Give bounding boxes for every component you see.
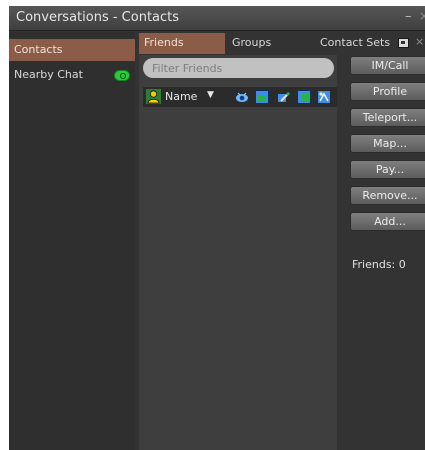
tab-contact-sets[interactable]: Contact Sets ×	[315, 33, 425, 54]
remove-button[interactable]: Remove...	[350, 186, 425, 205]
tab-label: Friends	[144, 36, 184, 49]
conversation-tab-label: Contacts	[14, 43, 63, 56]
minimize-button[interactable]: –	[405, 9, 412, 24]
im-call-button[interactable]: IM/Call	[350, 56, 425, 75]
conversation-tab-label: Nearby Chat	[14, 68, 83, 81]
filter-friends-input[interactable]	[143, 58, 334, 78]
profile-button[interactable]: Profile	[350, 82, 425, 101]
person-icon	[146, 89, 161, 104]
conversation-list: Contacts Nearby Chat	[9, 32, 135, 450]
title-bar[interactable]: Conversations - Contacts – ×	[9, 6, 425, 31]
tab-friends[interactable]: Friends	[139, 33, 225, 54]
map-button[interactable]: Map...	[350, 134, 425, 153]
close-button[interactable]: ×	[419, 9, 425, 23]
friend-count: Friends: 0	[352, 258, 406, 271]
tab-label: Groups	[232, 36, 272, 49]
conversation-tab-nearby-chat[interactable]: Nearby Chat	[9, 64, 135, 86]
chevron-down-icon[interactable]: ▼	[207, 90, 214, 100]
friends-list-header: Name ▼	[143, 87, 337, 107]
conversations-window: Conversations - Contacts – × Contacts Ne…	[9, 6, 425, 450]
sort-by-name-button[interactable]: Name	[165, 90, 197, 103]
teleport-button[interactable]: Teleport...	[350, 108, 425, 127]
popout-icon[interactable]	[398, 38, 409, 48]
modify-objects-icon	[297, 90, 311, 104]
tab-groups[interactable]: Groups	[227, 33, 313, 54]
conversation-tab-contacts[interactable]: Contacts	[9, 39, 135, 61]
online-status-icon	[236, 92, 248, 102]
tab-label: Contact Sets	[320, 36, 391, 49]
window-title: Conversations - Contacts	[16, 10, 180, 25]
see-online-icon	[318, 91, 330, 103]
see-on-map-icon	[255, 90, 269, 104]
pay-button[interactable]: Pay...	[350, 160, 425, 179]
friends-list[interactable]	[139, 55, 337, 450]
edit-objects-icon	[278, 92, 290, 102]
add-button[interactable]: Add...	[350, 212, 425, 231]
voice-active-icon	[114, 70, 130, 81]
close-tab-icon[interactable]: ×	[415, 35, 424, 48]
